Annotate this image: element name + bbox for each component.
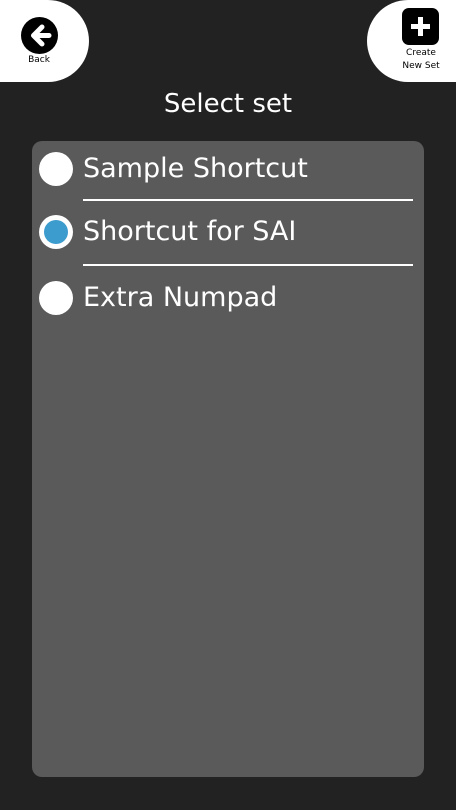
page-title: Select set xyxy=(163,89,293,119)
set-option-extra-numpad[interactable]: Extra Numpad xyxy=(32,270,424,328)
set-option-sample-shortcut[interactable]: Sample Shortcut xyxy=(32,141,424,199)
radio-button[interactable] xyxy=(39,281,73,315)
set-list-panel: Sample Shortcut Shortcut for SAI Extra N… xyxy=(32,141,424,777)
create-label-line1: Create xyxy=(406,48,436,58)
radio-button-selected[interactable] xyxy=(39,215,73,249)
set-option-label: Shortcut for SAI xyxy=(83,216,297,247)
back-label: Back xyxy=(28,55,50,65)
create-new-set-label: Create New Set xyxy=(389,47,453,73)
back-arrow-icon xyxy=(21,17,58,54)
create-label-line2: New Set xyxy=(402,61,440,71)
create-new-set-button[interactable]: Create New Set xyxy=(367,0,456,82)
set-option-label: Extra Numpad xyxy=(83,282,278,313)
back-button[interactable]: Back xyxy=(0,0,89,82)
divider xyxy=(83,264,413,266)
plus-icon xyxy=(402,8,439,45)
radio-button[interactable] xyxy=(39,152,73,186)
divider xyxy=(83,199,413,201)
set-option-shortcut-for-sai[interactable]: Shortcut for SAI xyxy=(32,204,424,262)
radio-selected-dot xyxy=(44,220,68,244)
set-option-label: Sample Shortcut xyxy=(83,153,308,184)
